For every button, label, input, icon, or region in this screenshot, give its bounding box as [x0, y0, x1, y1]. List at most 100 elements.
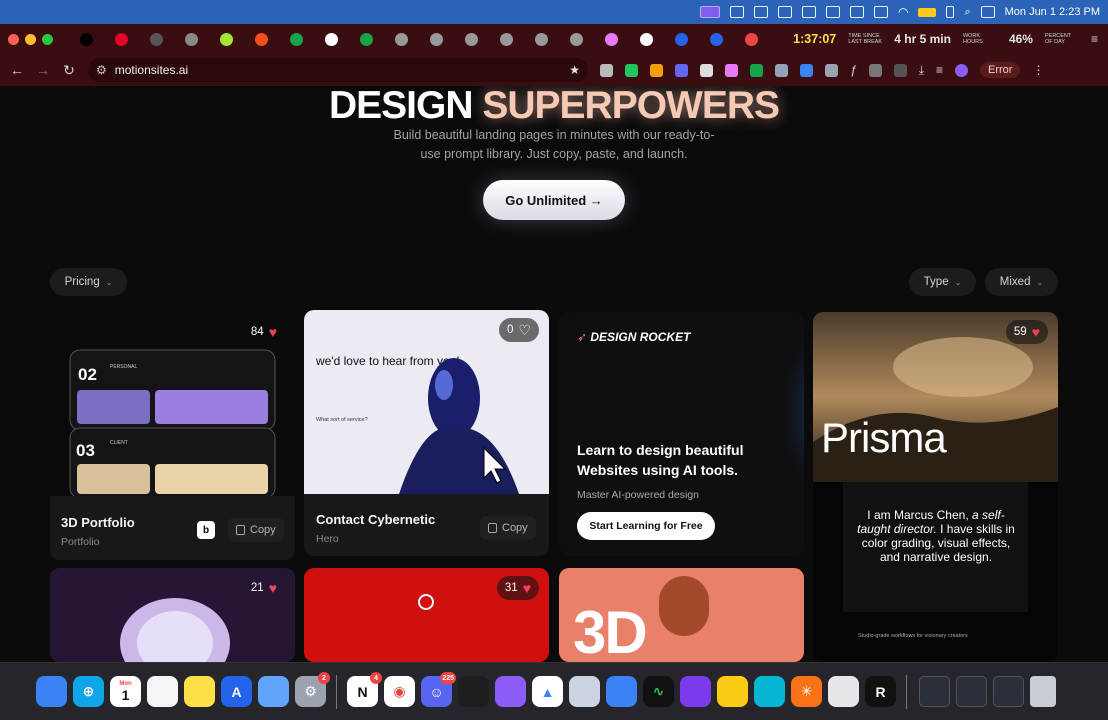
- heart-outline-icon[interactable]: ♡: [518, 322, 531, 339]
- play-menubar-icon[interactable]: [873, 6, 888, 18]
- sidepanel-icon[interactable]: [893, 63, 907, 77]
- record-menubar-icon[interactable]: [801, 6, 816, 18]
- obsidian-icon[interactable]: [680, 676, 711, 707]
- like-counter[interactable]: 84 ♥: [243, 320, 285, 344]
- raycast-menubar-icon[interactable]: [753, 6, 768, 18]
- browser-tab[interactable]: [419, 28, 454, 50]
- finder-icon[interactable]: [36, 676, 67, 707]
- spotlight-search-icon[interactable]: ⌕: [964, 6, 970, 19]
- tab-search-icon[interactable]: ≡: [1091, 32, 1098, 46]
- settings-icon[interactable]: ⚙ 2: [295, 672, 330, 707]
- go-unlimited-button[interactable]: Go Unlimited →: [483, 180, 625, 220]
- forward-icon[interactable]: →: [36, 62, 50, 78]
- copy-button[interactable]: Copy: [480, 516, 536, 540]
- site-settings-icon[interactable]: ⚙: [96, 63, 107, 77]
- minimized-window-thumb[interactable]: [919, 676, 950, 707]
- font-extension-icon[interactable]: ƒ: [850, 63, 857, 77]
- mixed-filter[interactable]: Mixed ⌄: [985, 268, 1058, 296]
- start-learning-button[interactable]: Start Learning for Free: [577, 512, 715, 540]
- browser-tab[interactable]: [559, 28, 594, 50]
- card-prisma[interactable]: Studio-grade workflows for visionary cre…: [813, 312, 1058, 662]
- figma-icon[interactable]: [458, 676, 489, 707]
- card-red-preview[interactable]: 31 ♥: [304, 568, 549, 662]
- heart-filled-icon[interactable]: ♥: [269, 580, 277, 596]
- browser-tab[interactable]: [314, 28, 349, 50]
- screenshot-menubar-icon[interactable]: [849, 6, 864, 18]
- arc-icon[interactable]: ▲: [532, 676, 563, 707]
- browser-tab[interactable]: [454, 28, 489, 50]
- type-filter[interactable]: Type ⌄: [909, 268, 976, 296]
- browser-tab[interactable]: [664, 28, 699, 50]
- browser-tab[interactable]: [384, 28, 419, 50]
- zoom-window-icon[interactable]: [42, 33, 53, 45]
- heart-filled-icon[interactable]: ♥: [1032, 324, 1040, 340]
- download-arrow-extension-icon[interactable]: [625, 63, 638, 77]
- browser-tab[interactable]: [349, 28, 384, 50]
- extensions-puzzle-icon[interactable]: [868, 63, 882, 77]
- a-menubar-icon[interactable]: [825, 6, 840, 18]
- card-contact-cybernetic[interactable]: we'd love to hear from you! What sort of…: [304, 310, 549, 556]
- arc-menubar-icon[interactable]: [777, 6, 792, 18]
- card-3d-portfolio[interactable]: 02 PERSONAL 03 CLIENT 84 ♥ 3D Portfolio …: [50, 312, 295, 560]
- color-extension-icon[interactable]: [650, 63, 663, 77]
- reminders-icon[interactable]: [147, 676, 178, 707]
- safari-icon[interactable]: ⊕: [73, 676, 104, 707]
- close-window-icon[interactable]: [8, 33, 19, 45]
- notion-icon[interactable]: N 4: [347, 672, 382, 707]
- heart-filled-icon[interactable]: ♥: [269, 324, 277, 340]
- browser-tab[interactable]: [699, 28, 734, 50]
- browser-tab[interactable]: [734, 28, 769, 50]
- github-icon[interactable]: [495, 676, 526, 707]
- notes-icon[interactable]: [184, 676, 215, 707]
- arc2-icon[interactable]: [606, 676, 637, 707]
- address-bar[interactable]: ⚙ motionsites.ai ★: [88, 58, 588, 82]
- browser-tab[interactable]: [489, 28, 524, 50]
- bookmark-star-icon[interactable]: ★: [569, 63, 580, 77]
- browser-tab[interactable]: [209, 28, 244, 50]
- brand-b-icon[interactable]: b: [197, 521, 215, 539]
- back-icon[interactable]: ←: [10, 62, 24, 78]
- palette-extension-icon[interactable]: [725, 63, 738, 77]
- notion-menubar-icon[interactable]: [729, 6, 744, 18]
- card-cave-preview[interactable]: 21 ♥: [50, 568, 295, 662]
- focus-app-icon[interactable]: [699, 6, 720, 18]
- calendar-icon[interactable]: Mon 1: [110, 676, 141, 707]
- like-counter[interactable]: 0 ♡: [499, 318, 539, 342]
- minimize-window-icon[interactable]: [25, 33, 36, 45]
- puzzle-extension-icon[interactable]: [775, 63, 788, 77]
- break-timer-widget[interactable]: 1:37:07 TIME SINCE LAST BREAK 4 hr 5 min…: [793, 32, 1108, 46]
- minimized-window-thumb[interactable]: [956, 676, 987, 707]
- reload-icon[interactable]: ↻: [62, 62, 76, 79]
- browser-tab[interactable]: [139, 28, 174, 50]
- wifi-icon[interactable]: ◠: [898, 5, 908, 19]
- save-extension-icon[interactable]: [800, 63, 813, 77]
- downloads-icon[interactable]: ⤓: [919, 63, 924, 78]
- grid-extension-icon[interactable]: [700, 63, 713, 77]
- card-3d-shape-preview[interactable]: 3D SHAPE: [559, 568, 804, 662]
- like-counter[interactable]: 21 ♥: [243, 576, 285, 600]
- profile-avatar-icon[interactable]: [955, 63, 969, 77]
- appstore-icon[interactable]: A: [221, 676, 252, 707]
- browser-tab[interactable]: [244, 28, 279, 50]
- activity-icon[interactable]: ∿: [643, 676, 674, 707]
- browser-tab[interactable]: [279, 28, 314, 50]
- media-icon[interactable]: ≡: [936, 63, 943, 77]
- cube-extension-icon[interactable]: [675, 63, 688, 77]
- browser-tab[interactable]: [69, 28, 104, 50]
- menubar-datetime[interactable]: Mon Jun 1 2:23 PM: [1005, 6, 1100, 18]
- like-counter[interactable]: 31 ♥: [496, 576, 539, 600]
- simulator-icon[interactable]: [258, 676, 289, 707]
- reader-extension-icon[interactable]: [825, 63, 838, 77]
- copy-button[interactable]: Copy: [228, 518, 284, 542]
- chrome-menu-icon[interactable]: ⋮: [1032, 63, 1044, 77]
- browser-tab[interactable]: [174, 28, 209, 50]
- discord-icon[interactable]: ☺ 225: [421, 672, 456, 707]
- browser-tab[interactable]: [524, 28, 559, 50]
- phone-menubar-icon[interactable]: [946, 6, 955, 18]
- browser-tab[interactable]: [629, 28, 664, 50]
- r-icon[interactable]: R: [865, 676, 896, 707]
- card-design-rocket-promo[interactable]: ➶ DESIGN ROCKET Learn to design beautifu…: [559, 312, 804, 556]
- pricing-filter[interactable]: Pricing ⌄: [50, 268, 127, 296]
- browser-tab[interactable]: [104, 28, 139, 50]
- green-extension-icon[interactable]: [750, 63, 763, 77]
